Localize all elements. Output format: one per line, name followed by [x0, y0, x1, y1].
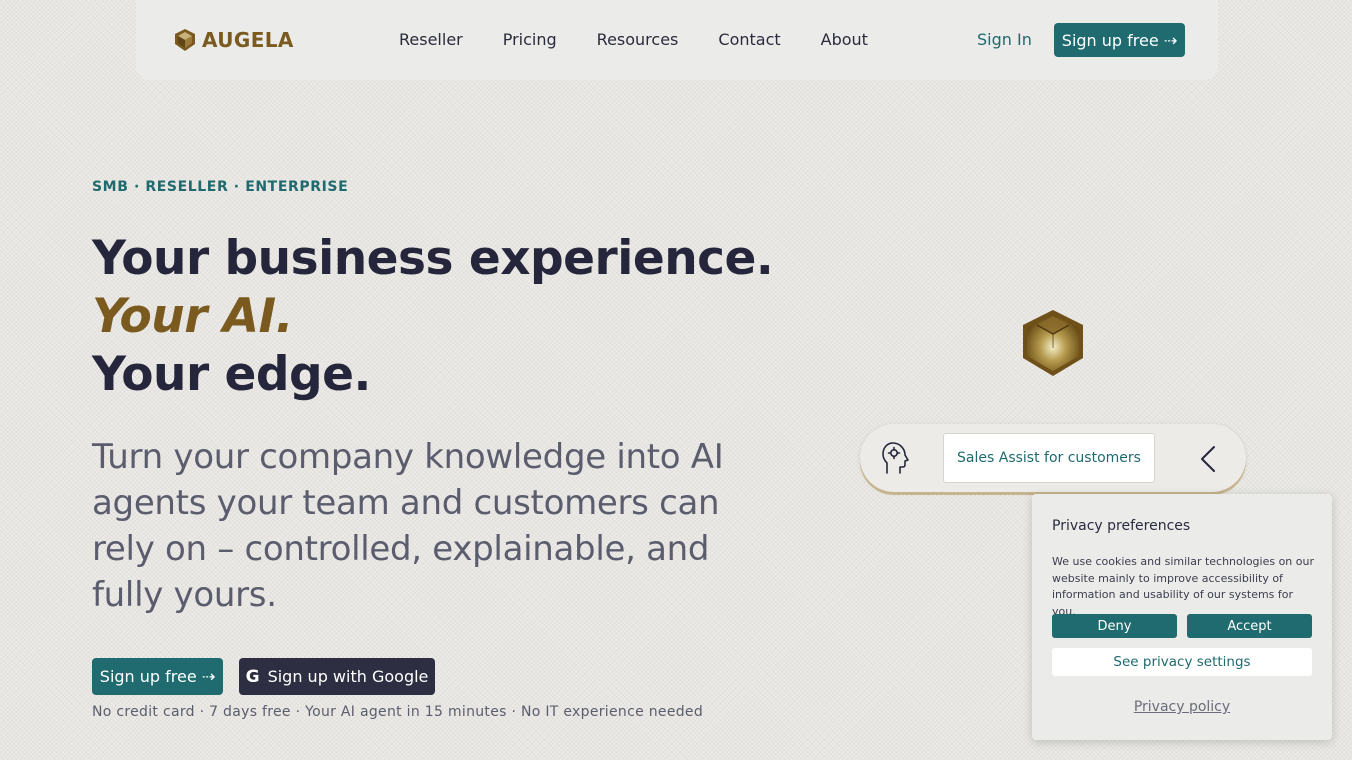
nav-links: Reseller Pricing Resources Contact About	[399, 30, 868, 49]
nav-link-pricing[interactable]: Pricing	[503, 30, 557, 49]
accept-button[interactable]: Accept	[1187, 614, 1312, 638]
hero-signup-button[interactable]: Sign up free ⇢	[92, 658, 223, 695]
headline-line-2: Your AI.	[92, 289, 293, 344]
privacy-description: We use cookies and similar technologies …	[1052, 555, 1315, 618]
privacy-banner: Privacy preferences We use cookies and s…	[1032, 494, 1332, 740]
privacy-policy-link[interactable]: Privacy policy	[1032, 699, 1332, 715]
deny-button[interactable]: Deny	[1052, 614, 1177, 638]
privacy-title: Privacy preferences	[1052, 518, 1191, 534]
nav-link-resources[interactable]: Resources	[597, 30, 679, 49]
audience-eyebrow: SMB · RESELLER · ENTERPRISE	[92, 179, 349, 195]
nav-link-about[interactable]: About	[821, 30, 868, 49]
sign-in-link[interactable]: Sign In	[977, 30, 1032, 49]
chevron-left-icon[interactable]	[1196, 444, 1220, 474]
nav-link-reseller[interactable]: Reseller	[399, 30, 463, 49]
head-gear-icon	[882, 442, 909, 474]
nav-signup-button[interactable]: Sign up free ⇢	[1054, 23, 1185, 57]
brand-logo[interactable]: AUGELA	[174, 28, 294, 52]
logo-icon	[175, 29, 195, 51]
google-signup-label: Sign up with Google	[267, 667, 429, 686]
headline-line-1: Your business experience.	[92, 231, 774, 286]
agent-switcher: Sales Assist for customers	[860, 424, 1246, 492]
hero-subtext: Turn your company knowledge into AI agen…	[92, 437, 724, 615]
hero-headline: Your business experience. Your AI. Your …	[92, 230, 774, 404]
agent-selector[interactable]: Sales Assist for customers	[943, 433, 1155, 483]
google-signup-button[interactable]: G Sign up with Google	[239, 658, 435, 695]
hero-fine-print: No credit card · 7 days free · Your AI a…	[92, 704, 704, 720]
headline-line-3: Your edge.	[92, 347, 371, 402]
brand-emblem-icon	[1023, 310, 1083, 376]
nav-link-contact[interactable]: Contact	[718, 30, 780, 49]
top-navbar: AUGELA Reseller Pricing Resources Contac…	[136, 0, 1218, 80]
brand-name: AUGELA	[202, 28, 294, 52]
google-icon: G	[245, 666, 260, 687]
privacy-settings-button[interactable]: See privacy settings	[1052, 648, 1312, 676]
